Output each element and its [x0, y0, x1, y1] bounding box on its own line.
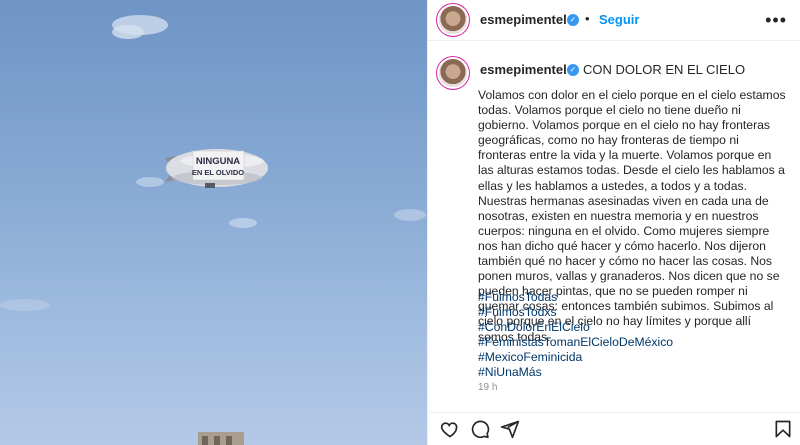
heart-icon[interactable]	[440, 419, 460, 439]
avatar[interactable]	[439, 6, 467, 34]
hashtag-link[interactable]: #FeministasTomanElCieloDeMéxico	[478, 335, 673, 350]
hashtag-link[interactable]: #ConDolorEnElCielo	[478, 320, 673, 335]
caption-username[interactable]: esmepimentel	[480, 62, 567, 77]
share-icon[interactable]	[500, 419, 520, 439]
verified-badge-icon: ✓	[567, 14, 579, 26]
hashtag-list: #FuimosTodas #FuimosTodxs #ConDolorEnElC…	[478, 290, 673, 381]
more-horizontal-icon[interactable]: •••	[765, 10, 787, 31]
separator-dot: •	[585, 11, 590, 26]
caption-avatar[interactable]	[439, 59, 467, 87]
action-bar	[428, 412, 800, 445]
hashtag-link[interactable]: #FuimosTodas	[478, 290, 673, 305]
header-username[interactable]: esmepimentel	[480, 12, 567, 27]
comment-icon[interactable]	[470, 419, 490, 439]
banner-text-1: NINGUNA	[196, 156, 240, 167]
post-header: esmepimentel ✓ • Seguir •••	[428, 0, 800, 41]
blimp-photo: NINGUNA EN EL OLVIDO	[0, 15, 426, 445]
banner-text-2: EN EL OLVIDO	[192, 168, 244, 177]
post-timestamp[interactable]: 19 h	[478, 382, 497, 393]
hashtag-link[interactable]: #MexicoFeminicida	[478, 350, 673, 365]
caption-verified-badge-icon: ✓	[567, 64, 579, 76]
caption-title: CON DOLOR EN EL CIELO	[583, 62, 746, 77]
hashtag-link[interactable]: #FuimosTodxs	[478, 305, 673, 320]
hashtag-link[interactable]: #NiUnaMás	[478, 365, 673, 380]
follow-button[interactable]: Seguir	[599, 12, 639, 27]
blimp: NINGUNA EN EL OLVIDO	[165, 149, 268, 188]
post-panel: esmepimentel ✓ • Seguir ••• esmepimentel…	[427, 0, 800, 445]
bookmark-icon[interactable]	[773, 419, 793, 439]
post-image[interactable]: NINGUNA EN EL OLVIDO	[0, 0, 427, 445]
